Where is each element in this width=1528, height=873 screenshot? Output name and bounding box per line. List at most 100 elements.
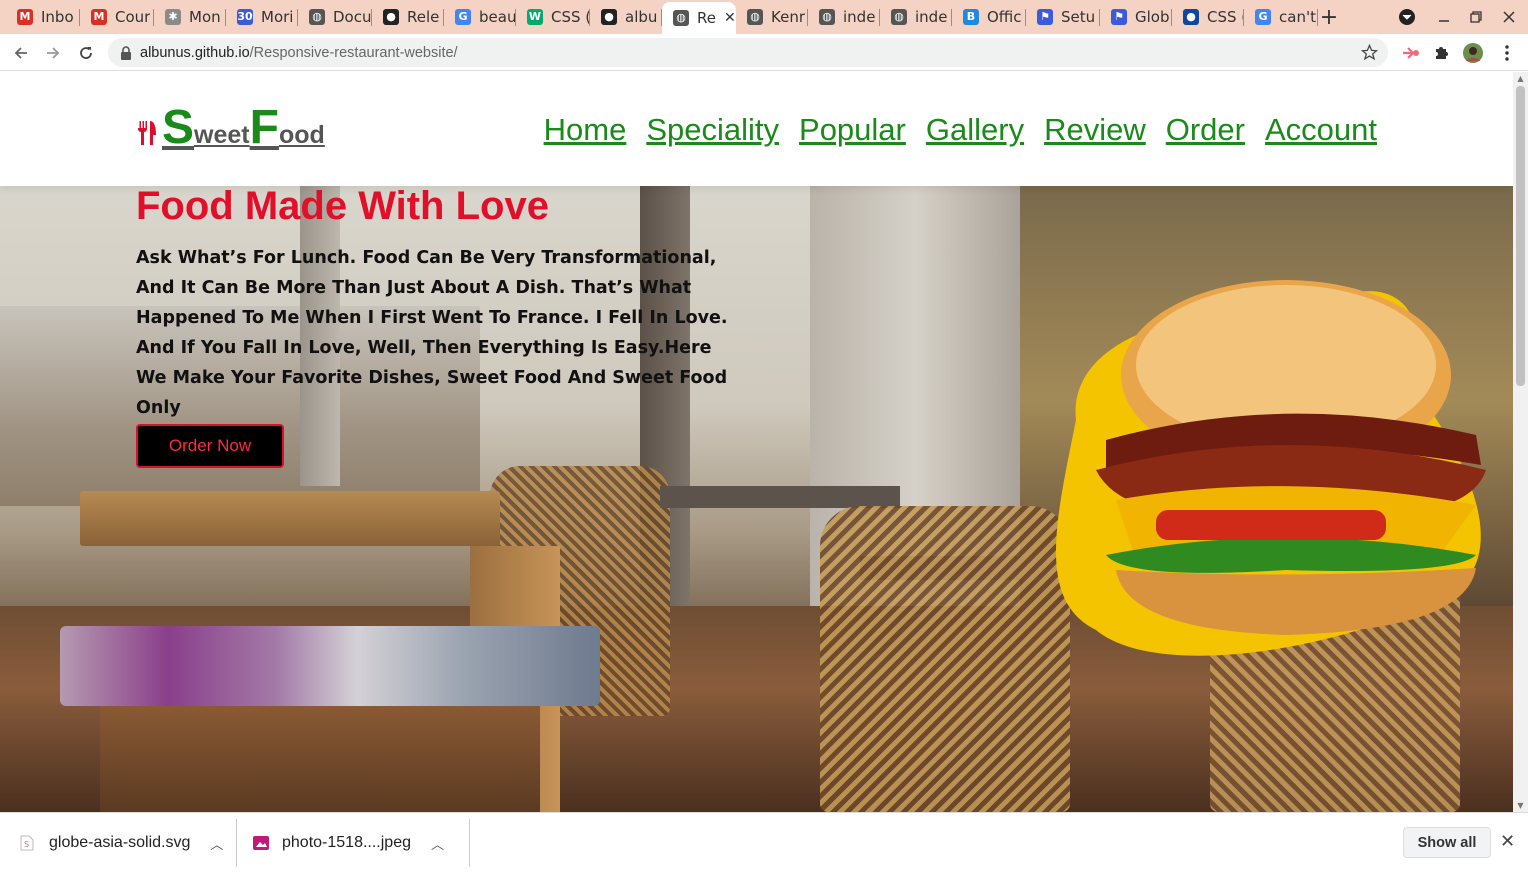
nav-link-home[interactable]: Home bbox=[544, 112, 627, 148]
browser-tab[interactable]: ⚑ Glob bbox=[1100, 3, 1172, 31]
profile-button[interactable] bbox=[1460, 40, 1486, 66]
extension-button[interactable] bbox=[1398, 40, 1424, 66]
download-item[interactable]: photo-1518....jpeg ︿ bbox=[253, 818, 444, 868]
globe-icon: ◍ bbox=[673, 10, 689, 26]
tab-label: Mori bbox=[261, 8, 294, 26]
download-item[interactable]: S globe-asia-solid.svg ︿ bbox=[20, 818, 223, 868]
divider bbox=[236, 819, 237, 867]
browser-tab[interactable]: W CSS ( bbox=[516, 3, 590, 31]
globe-icon: ◍ bbox=[819, 9, 835, 25]
main-nav: Home Speciality Popular Gallery Review O… bbox=[544, 112, 1377, 148]
browser-tab[interactable]: ✱ Mon bbox=[154, 3, 226, 31]
show-all-button[interactable]: Show all bbox=[1403, 827, 1491, 858]
logo-letter-s: S bbox=[162, 101, 195, 154]
svg-file-icon: S bbox=[20, 835, 34, 851]
restore-icon bbox=[1470, 11, 1482, 23]
chevron-up-icon[interactable]: ︿ bbox=[431, 834, 444, 853]
close-tab-icon[interactable]: ✕ bbox=[724, 10, 736, 26]
browser-tab[interactable]: ⚑ Setu bbox=[1026, 3, 1100, 31]
globe-icon: ◍ bbox=[309, 9, 325, 25]
w3schools-icon: W bbox=[527, 9, 543, 25]
browser-tab[interactable]: ● Rele bbox=[372, 3, 444, 31]
hero-bg-table bbox=[660, 486, 900, 508]
lock-icon bbox=[121, 45, 131, 60]
svg-text:S: S bbox=[24, 840, 29, 849]
hero-bg-bench bbox=[60, 626, 600, 706]
browser-tab[interactable]: M Cour bbox=[80, 3, 154, 31]
globe-icon: ◍ bbox=[747, 9, 763, 25]
bookmark-star-icon[interactable] bbox=[1361, 44, 1378, 61]
nav-link-review[interactable]: Review bbox=[1044, 112, 1146, 148]
scroll-up-icon[interactable]: ▲ bbox=[1516, 74, 1525, 83]
calendar-icon: 30 bbox=[237, 9, 253, 25]
chevron-up-icon[interactable]: ︿ bbox=[210, 834, 223, 853]
browser-tab[interactable]: ◍ Re ✕ bbox=[662, 2, 736, 34]
tab-search-button[interactable] bbox=[1396, 5, 1418, 29]
browser-tab[interactable]: 30 Mori bbox=[226, 3, 298, 31]
nav-link-order[interactable]: Order bbox=[1166, 112, 1245, 148]
nav-link-speciality[interactable]: Speciality bbox=[646, 112, 779, 148]
url-path: /Responsive-restaurant-website/ bbox=[249, 44, 458, 61]
scrollbar-thumb[interactable] bbox=[1516, 86, 1525, 386]
site-logo[interactable]: Sweet Food bbox=[136, 104, 325, 152]
browser-tab[interactable]: ◍ inde bbox=[880, 3, 952, 31]
tab-label: Offic bbox=[987, 8, 1022, 26]
nav-link-gallery[interactable]: Gallery bbox=[926, 112, 1024, 148]
browser-tab[interactable]: Gcan't bbox=[1244, 3, 1318, 31]
chevron-down-icon bbox=[1399, 9, 1415, 25]
web-page: Sweet Food Home Speciality Popular Galler… bbox=[0, 72, 1513, 812]
address-bar[interactable]: albunus.github.io/Responsive-restaurant-… bbox=[108, 38, 1388, 67]
tab-label: Docu bbox=[333, 8, 372, 26]
back-button[interactable] bbox=[8, 40, 34, 66]
close-icon bbox=[1503, 11, 1515, 23]
minimize-icon bbox=[1439, 20, 1449, 22]
scroll-down-icon[interactable]: ▼ bbox=[1516, 801, 1525, 810]
reload-icon bbox=[80, 47, 92, 59]
bootstrap-icon: B bbox=[963, 9, 979, 25]
tab-label: inde bbox=[843, 8, 876, 26]
logo-letter-f: F bbox=[249, 101, 279, 154]
order-now-button[interactable]: Order Now bbox=[136, 424, 284, 468]
page-scrollbar[interactable]: ▲ ▼ bbox=[1513, 72, 1528, 812]
browser-tab[interactable]: ◍ Kenr bbox=[736, 3, 808, 31]
utensils-icon bbox=[138, 121, 156, 145]
browser-tab[interactable]: Gbeau bbox=[444, 3, 516, 31]
restore-button[interactable] bbox=[1466, 5, 1486, 29]
arrow-right-icon bbox=[47, 47, 60, 59]
tree-icon: ✱ bbox=[165, 9, 181, 25]
close-window-button[interactable] bbox=[1499, 5, 1519, 29]
minimize-button[interactable] bbox=[1434, 5, 1454, 29]
forward-button[interactable] bbox=[40, 40, 66, 66]
image-file-icon bbox=[253, 836, 269, 850]
reload-button[interactable] bbox=[73, 40, 99, 66]
close-icon[interactable]: ✕ bbox=[1500, 831, 1515, 852]
download-filename: photo-1518....jpeg bbox=[282, 834, 411, 851]
tab-label: Inbo bbox=[41, 8, 74, 26]
logo-text-ood: ood bbox=[278, 121, 325, 149]
browser-tab[interactable]: ● albu bbox=[590, 3, 662, 31]
tab-label: CSS ( bbox=[551, 8, 590, 26]
gmail-icon: M bbox=[17, 9, 33, 25]
browser-tab[interactable]: ◍ Docu bbox=[298, 3, 372, 31]
new-tab-button[interactable]: + bbox=[1316, 5, 1342, 30]
divider bbox=[469, 819, 470, 867]
browser-tab[interactable]: M Inbo bbox=[6, 3, 80, 31]
gmail-icon: M bbox=[91, 9, 107, 25]
tab-label: Glob bbox=[1135, 8, 1170, 26]
tab-label: Setu bbox=[1061, 8, 1096, 26]
nav-link-account[interactable]: Account bbox=[1265, 112, 1377, 148]
hero-title: Food Made With Love bbox=[136, 184, 549, 228]
tab-label: beau bbox=[479, 8, 516, 26]
kebab-menu-icon bbox=[1505, 45, 1509, 61]
browser-tab[interactable]: ● CSS ( bbox=[1172, 3, 1244, 31]
browser-menu-button[interactable] bbox=[1494, 40, 1520, 66]
logo-text-weet: weet bbox=[194, 121, 250, 149]
flag-icon: ⚑ bbox=[1037, 9, 1053, 25]
tab-strip: M Inbo M Cour ✱ Mon 30 Mori ◍ Docu ● Rele Gbeau W CSS … bbox=[0, 0, 1528, 34]
nav-link-popular[interactable]: Popular bbox=[799, 112, 906, 148]
browser-tab[interactable]: B Offic bbox=[952, 3, 1026, 31]
extensions-menu-button[interactable] bbox=[1428, 40, 1454, 66]
hero-bg-bench-leg bbox=[100, 706, 540, 812]
browser-tab[interactable]: ◍ inde bbox=[808, 3, 880, 31]
tab-label: albu bbox=[625, 8, 658, 26]
